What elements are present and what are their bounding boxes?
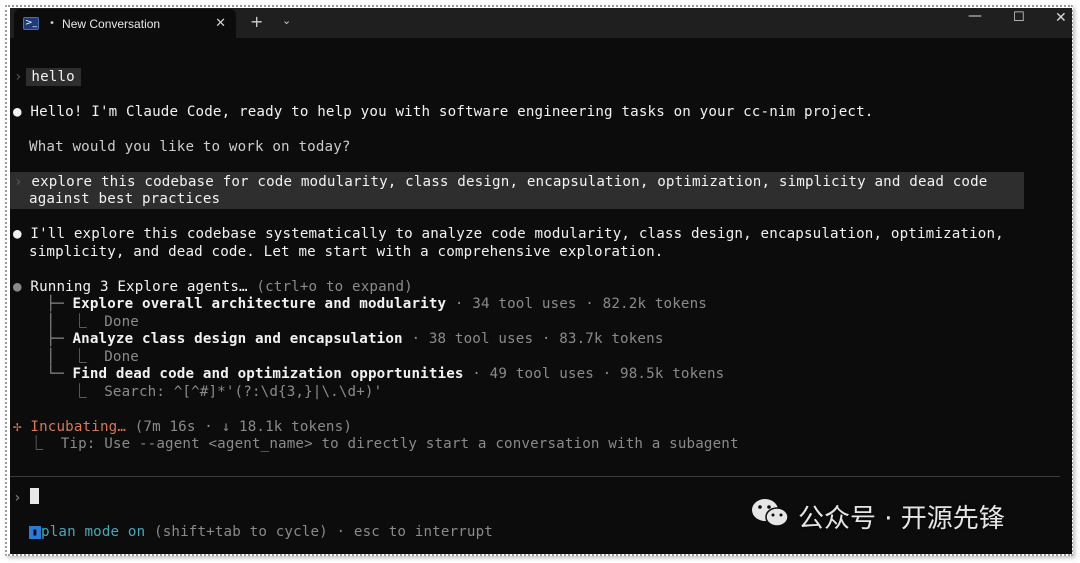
tree-pipe-icon: ⎿ bbox=[29, 384, 105, 400]
agent-task-2-stats: · 38 tool uses · 83.7k tokens bbox=[411, 331, 664, 347]
prompt-chevron-icon: › bbox=[14, 174, 23, 190]
assistant-greeting: Hello! I'm Claude Code, ready to help yo… bbox=[30, 104, 874, 120]
user-prompt-2-line1: explore this codebase for code modularit… bbox=[31, 174, 988, 190]
tip-text: Tip: Use --agent <agent_name> to directl… bbox=[60, 436, 739, 452]
bullet-icon: ● bbox=[13, 104, 22, 120]
assistant-message-1: ● Hello! I'm Claude Code, ready to help … bbox=[13, 104, 874, 122]
agent-task-1: ├─ Explore overall architecture and modu… bbox=[29, 296, 707, 314]
incubating-stats: (7m 16s · ↓ 18.1k tokens) bbox=[134, 419, 353, 435]
user-prompt-1-text: hello bbox=[31, 69, 75, 85]
agent-task-3-status: ⎿ Search: ^[^#]*'(?:\d{3,}|\.\d+)' bbox=[29, 384, 382, 402]
tree-pipe-icon: │ ⎿ bbox=[29, 349, 105, 365]
bullet-icon: ● bbox=[13, 279, 22, 295]
watermark-text: 公众号 · 开源先锋 bbox=[798, 503, 1005, 534]
tab-indicator: • bbox=[49, 18, 56, 29]
incubating-status: ✢ Incubating… (7m 16s · ↓ 18.1k tokens) bbox=[13, 419, 352, 437]
agent-task-2-status-text: Done bbox=[104, 349, 139, 365]
bullet-icon: ● bbox=[13, 226, 22, 242]
tab-new-conversation[interactable]: >_ • New Conversation ✕ bbox=[14, 9, 236, 38]
close-window-button[interactable]: ✕ bbox=[1055, 10, 1067, 26]
new-tab-button[interactable]: + bbox=[250, 12, 263, 31]
agents-expand-hint: (ctrl+o to expand) bbox=[256, 279, 413, 295]
status-hint: (shift+tab to cycle) · esc to interrupt bbox=[154, 524, 493, 540]
agent-task-1-status-text: Done bbox=[104, 314, 139, 330]
assistant-message-2: ● I'll explore this codebase systematica… bbox=[13, 226, 1004, 244]
assistant-question: What would you like to work on today? bbox=[29, 139, 351, 155]
terminal-content: › hello ● Hello! I'm Claude Code, ready … bbox=[10, 38, 1072, 554]
user-prompt-2-line2: against best practices bbox=[29, 191, 221, 207]
agent-task-2: ├─ Analyze class design and encapsulatio… bbox=[29, 331, 664, 349]
assistant-plan-line1: I'll explore this codebase systematicall… bbox=[30, 226, 1004, 242]
title-bar: >_ • New Conversation ✕ + ⌄ — ☐ ✕ bbox=[10, 8, 1072, 38]
minimize-button[interactable]: — bbox=[968, 8, 982, 24]
plan-mode-label: plan mode on bbox=[41, 524, 146, 540]
terminal-window: >_ • New Conversation ✕ + ⌄ — ☐ ✕ › hell… bbox=[10, 8, 1072, 554]
tip-line: ⎿ Tip: Use --agent <agent_name> to direc… bbox=[29, 436, 739, 454]
input-separator bbox=[10, 476, 1060, 477]
prompt-symbol: › bbox=[13, 490, 22, 506]
tree-branch-icon: ├─ bbox=[29, 331, 73, 347]
agent-task-3: └─ Find dead code and optimization oppor… bbox=[29, 366, 724, 384]
user-prompt-1: › hello bbox=[14, 69, 75, 87]
wechat-icon bbox=[750, 496, 790, 537]
agents-header: ● Running 3 Explore agents… (ctrl+o to e… bbox=[13, 279, 413, 297]
maximize-button[interactable]: ☐ bbox=[1013, 10, 1025, 25]
assistant-plan-line2: simplicity, and dead code. Let me start … bbox=[29, 244, 664, 260]
agents-header-label: Running 3 Explore agents… bbox=[30, 279, 248, 295]
agent-task-3-status-text: Search: ^[^#]*'(?:\d{3,}|\.\d+)' bbox=[104, 384, 383, 400]
status-bar: ▮ plan mode on (shift+tab to cycle) · esc… bbox=[29, 524, 493, 542]
tab-close-icon[interactable]: ✕ bbox=[215, 16, 226, 31]
agent-task-3-label: Find dead code and optimization opportun… bbox=[72, 366, 464, 382]
spinner-icon: ✢ bbox=[13, 419, 22, 435]
tab-title: New Conversation bbox=[62, 16, 161, 31]
agent-task-2-label: Analyze class design and encapsulation bbox=[72, 331, 403, 347]
tree-end-icon: └─ bbox=[29, 366, 73, 382]
chevron-down-icon[interactable]: ⌄ bbox=[282, 14, 291, 27]
incubating-label: Incubating… bbox=[30, 419, 127, 435]
agent-task-1-stats: · 34 tool uses · 82.2k tokens bbox=[454, 296, 707, 312]
watermark: 公众号 · 开源先锋 bbox=[750, 496, 1005, 536]
user-prompt-2: › explore this codebase for code modular… bbox=[14, 174, 987, 192]
tree-corner-icon: ⎿ bbox=[29, 436, 61, 452]
agent-task-1-label: Explore overall architecture and modular… bbox=[72, 296, 447, 312]
powershell-icon: >_ bbox=[23, 17, 39, 30]
agent-task-1-status: │ ⎿ Done bbox=[29, 314, 139, 332]
agent-task-2-status: │ ⎿ Done bbox=[29, 349, 139, 367]
prompt-chevron-icon: › bbox=[14, 69, 23, 85]
plan-mode-icon: ▮ bbox=[29, 526, 41, 539]
agent-task-3-stats: · 49 tool uses · 98.5k tokens bbox=[472, 366, 725, 382]
text-cursor bbox=[30, 488, 40, 504]
tree-branch-icon: ├─ bbox=[29, 296, 73, 312]
prompt-input[interactable]: › bbox=[13, 488, 40, 508]
tree-pipe-icon: │ ⎿ bbox=[29, 314, 105, 330]
